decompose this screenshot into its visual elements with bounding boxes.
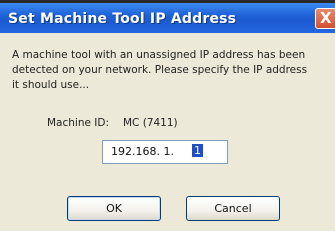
machine-id-label: Machine ID: xyxy=(47,117,110,129)
dialog-message: A machine tool with an unassigned IP add… xyxy=(12,48,332,93)
message-line: detected on your network. Please specify… xyxy=(12,64,308,76)
machine-id-value: MC (7411) xyxy=(123,117,178,129)
cancel-button[interactable]: Cancel xyxy=(186,196,280,221)
close-button[interactable]: X xyxy=(315,8,335,29)
close-icon: X xyxy=(320,9,332,27)
dialog-titlebar[interactable]: Set Machine Tool IP Address X xyxy=(0,3,335,33)
dialog-title: Set Machine Tool IP Address xyxy=(8,11,237,27)
window-bottom-edge xyxy=(0,231,335,246)
message-line: A machine tool with an unassigned IP add… xyxy=(12,49,306,61)
ip-address-prefix: 192.168. 1. xyxy=(111,145,174,158)
ip-address-input[interactable]: 192.168. 1. 1 xyxy=(102,140,228,164)
ip-address-last-octet[interactable]: 1 xyxy=(192,144,203,157)
message-line: it should use... xyxy=(12,79,90,91)
ok-button[interactable]: OK xyxy=(67,196,161,221)
